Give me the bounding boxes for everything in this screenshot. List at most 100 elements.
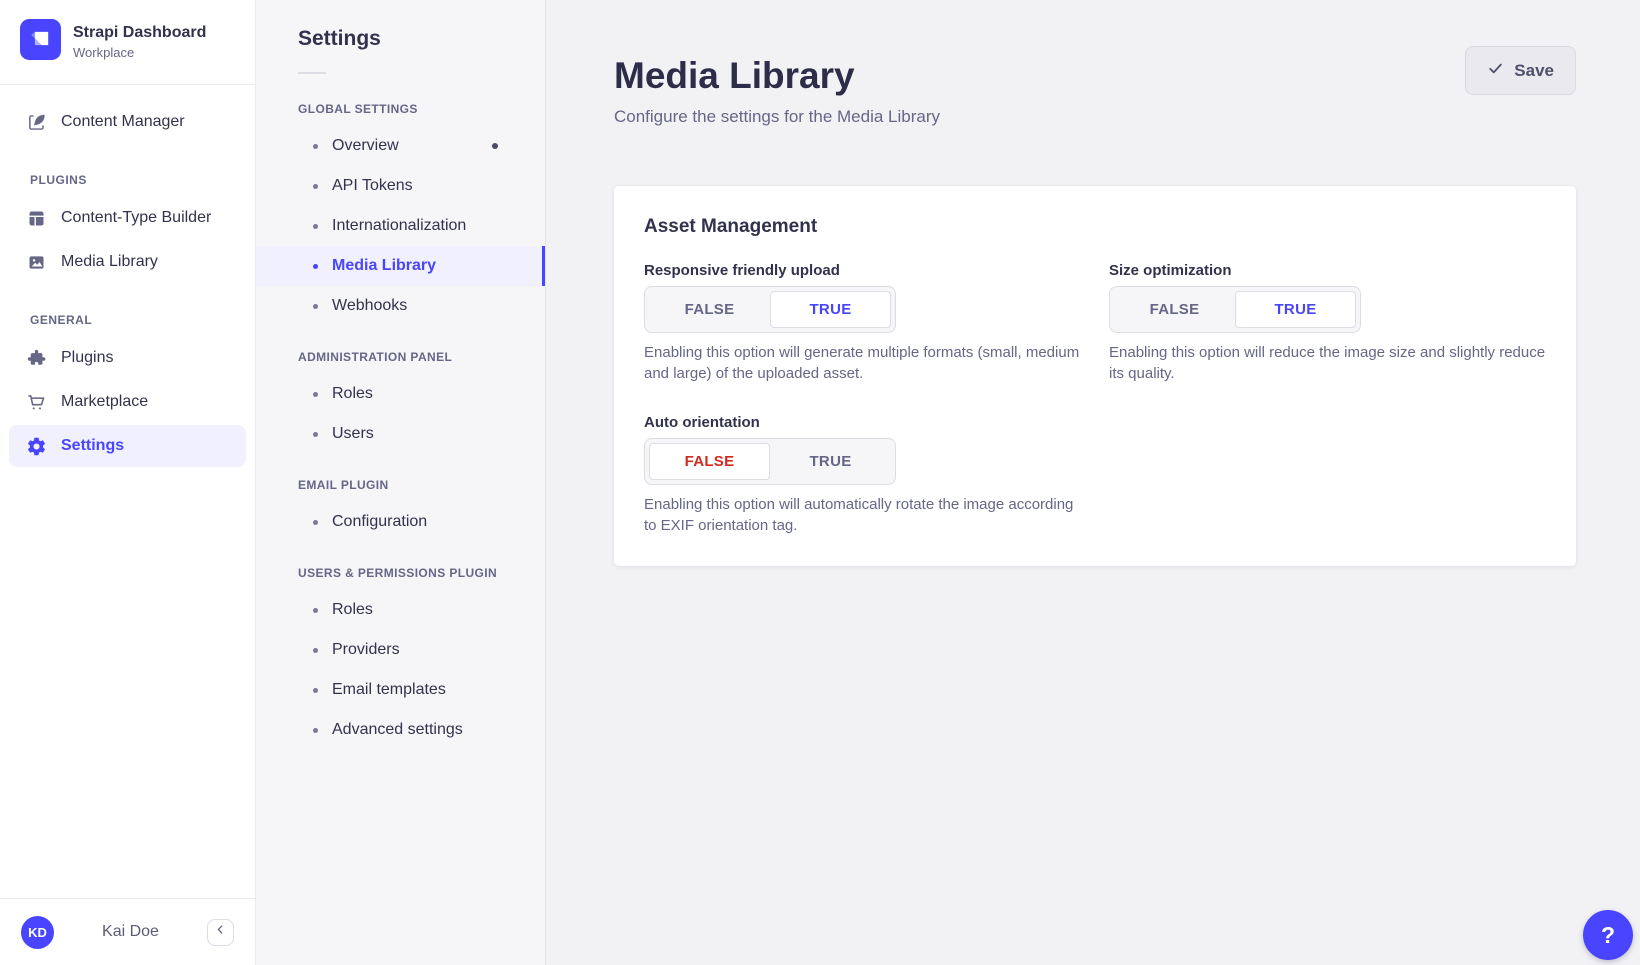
bullet-icon — [313, 688, 318, 693]
bullet-icon — [313, 264, 318, 269]
field-auto-orientation: Auto orientation FALSE TRUE Enabling thi… — [644, 414, 1081, 536]
user-name: Kai Doe — [102, 923, 159, 941]
bullet-icon — [313, 224, 318, 229]
subnav-item-overview[interactable]: Overview — [256, 126, 545, 166]
subnav-section-administration-panel: ADMINISTRATION PANEL — [256, 326, 545, 374]
help-button[interactable]: ? — [1583, 910, 1633, 960]
auto-orientation-toggle: FALSE TRUE — [644, 438, 896, 485]
sidebar-item-label: Content-Type Builder — [61, 209, 211, 227]
sidebar-item-marketplace[interactable]: Marketplace — [9, 381, 246, 423]
page-subtitle: Configure the settings for the Media Lib… — [614, 107, 940, 127]
bullet-icon — [313, 144, 318, 149]
puzzle-icon — [25, 347, 47, 369]
page-header: Media Library Configure the settings for… — [546, 0, 1640, 127]
subnav-section-users-permissions-plugin: USERS & PERMISSIONS PLUGIN — [256, 542, 545, 590]
subnav-divider — [298, 72, 326, 74]
workspace-switcher[interactable]: Strapi Dashboard Workplace — [0, 0, 255, 85]
subnav-item-email-configuration[interactable]: Configuration — [256, 502, 545, 542]
notification-dot — [492, 143, 498, 149]
toggle-option-false[interactable]: FALSE — [649, 443, 770, 480]
sidebar-item-label: Content Manager — [61, 113, 185, 131]
bullet-icon — [313, 520, 318, 525]
toggle-option-false[interactable]: FALSE — [1114, 291, 1235, 328]
subnav-item-label: Users — [332, 425, 374, 443]
settings-subnav: Settings GLOBAL SETTINGS Overview API To… — [256, 0, 546, 965]
chevron-left-icon — [214, 923, 227, 941]
bullet-icon — [313, 392, 318, 397]
subnav-item-admin-users[interactable]: Users — [256, 414, 545, 454]
avatar[interactable]: KD — [21, 916, 54, 949]
subnav-section-global-settings: GLOBAL SETTINGS — [256, 78, 545, 126]
sidebar-item-content-type-builder[interactable]: Content-Type Builder — [9, 197, 246, 239]
sidebar-item-content-manager[interactable]: Content Manager — [9, 101, 246, 143]
sidebar-footer: KD Kai Doe — [0, 898, 255, 965]
bullet-icon — [313, 728, 318, 733]
field-label: Size optimization — [1109, 262, 1546, 279]
toggle-option-true[interactable]: TRUE — [770, 443, 891, 480]
size-optimization-toggle: FALSE TRUE — [1109, 286, 1361, 333]
sidebar-item-plugins[interactable]: Plugins — [9, 337, 246, 379]
subnav-item-admin-roles[interactable]: Roles — [256, 374, 545, 414]
subnav-item-webhooks[interactable]: Webhooks — [256, 286, 545, 326]
sidebar-item-label: Settings — [61, 437, 124, 455]
subnav-item-media-library[interactable]: Media Library — [256, 246, 545, 286]
toggle-option-true[interactable]: TRUE — [770, 291, 891, 328]
bullet-icon — [313, 184, 318, 189]
subnav-item-label: Providers — [332, 641, 400, 659]
question-mark-icon: ? — [1601, 922, 1615, 949]
field-hint: Enabling this option will reduce the ima… — [1109, 342, 1546, 384]
subnav-item-label: Media Library — [332, 257, 436, 275]
layout-icon — [25, 207, 47, 229]
subnav-item-label: Advanced settings — [332, 721, 463, 739]
app-title: Strapi Dashboard — [73, 24, 206, 42]
sidebar-item-label: Plugins — [61, 349, 113, 367]
page-title: Media Library — [614, 55, 940, 97]
sidebar-item-label: Media Library — [61, 253, 158, 271]
sidebar-item-media-library[interactable]: Media Library — [9, 241, 246, 283]
subnav-item-providers[interactable]: Providers — [256, 630, 545, 670]
field-hint: Enabling this option will generate multi… — [644, 342, 1081, 384]
subnav-item-label: Internationalization — [332, 217, 466, 235]
app-sidebar: Strapi Dashboard Workplace Content Manag… — [0, 0, 256, 965]
workspace-name: Workplace — [73, 45, 206, 60]
field-label: Auto orientation — [644, 414, 1081, 431]
gear-icon — [25, 435, 47, 457]
sidebar-item-label: Marketplace — [61, 393, 148, 411]
sidebar-item-settings[interactable]: Settings — [9, 425, 246, 467]
sidebar-section-general: GENERAL — [0, 285, 255, 335]
strapi-logo-icon — [20, 19, 61, 65]
field-label: Responsive friendly upload — [644, 262, 1081, 279]
main-content: Media Library Configure the settings for… — [546, 0, 1640, 965]
save-button-label: Save — [1514, 61, 1554, 81]
subnav-item-api-tokens[interactable]: API Tokens — [256, 166, 545, 206]
subnav-item-email-templates[interactable]: Email templates — [256, 670, 545, 710]
subnav-item-label: Overview — [332, 137, 399, 155]
subnav-item-internationalization[interactable]: Internationalization — [256, 206, 545, 246]
sidebar-section-plugins: PLUGINS — [0, 145, 255, 195]
field-size-optimization: Size optimization FALSE TRUE Enabling th… — [1109, 262, 1546, 384]
image-icon — [25, 251, 47, 273]
subnav-item-label: Roles — [332, 385, 373, 403]
main-navigation: Content Manager PLUGINS Content-Type Bui… — [0, 85, 255, 898]
subnav-section-email-plugin: EMAIL PLUGIN — [256, 454, 545, 502]
subnav-item-label: Configuration — [332, 513, 427, 531]
bullet-icon — [313, 304, 318, 309]
subnav-item-label: Email templates — [332, 681, 446, 699]
subnav-item-advanced-settings[interactable]: Advanced settings — [256, 710, 545, 750]
collapse-sidebar-button[interactable] — [207, 919, 234, 946]
responsive-upload-toggle: FALSE TRUE — [644, 286, 896, 333]
subnav-title: Settings — [256, 27, 545, 51]
subnav-item-up-roles[interactable]: Roles — [256, 590, 545, 630]
bullet-icon — [313, 608, 318, 613]
field-hint: Enabling this option will automatically … — [644, 494, 1081, 536]
feather-icon — [25, 111, 47, 133]
bullet-icon — [313, 648, 318, 653]
toggle-option-false[interactable]: FALSE — [649, 291, 770, 328]
subnav-item-label: API Tokens — [332, 177, 413, 195]
bullet-icon — [313, 432, 318, 437]
check-icon — [1487, 60, 1504, 82]
save-button[interactable]: Save — [1465, 46, 1576, 95]
field-responsive-friendly-upload: Responsive friendly upload FALSE TRUE En… — [644, 262, 1081, 384]
toggle-option-true[interactable]: TRUE — [1235, 291, 1356, 328]
subnav-item-label: Roles — [332, 601, 373, 619]
